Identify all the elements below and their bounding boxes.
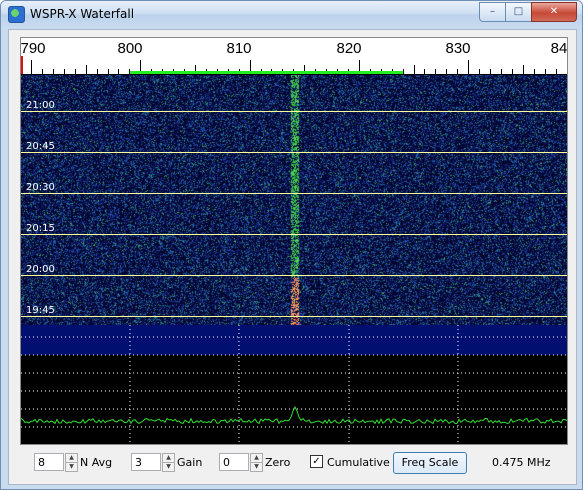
scale-tick [413,65,415,74]
scale-tick [468,60,470,74]
spectrum-band-top [21,325,567,355]
time-line [21,234,567,235]
wspr-band-marker [130,71,403,74]
scale-label-840: 84 [550,40,568,57]
gain-down-arrow-icon[interactable]: ▼ [162,462,175,472]
scale-tick [555,69,557,74]
time-label-2015: 20:15 [26,223,55,234]
time-line [21,275,567,276]
scale-tick [479,69,481,74]
time-line [21,152,567,153]
spectrum-plot [21,325,567,444]
scale-label-830: 830 [445,40,471,57]
gain-input[interactable] [131,453,161,471]
scale-label-800: 800 [117,40,143,57]
scale-tick [435,69,437,74]
scale-tick [31,60,32,74]
control-bar: ▲ ▼ N Avg ▲ ▼ Gain ▲ ▼ Zero ✓ Cumulative… [20,450,566,474]
scale-tick [107,69,109,74]
time-label-2045: 20:45 [26,141,55,152]
scale-tick [500,69,502,74]
time-line [21,193,567,194]
close-button[interactable]: ✕ [531,2,577,22]
scale-tick [85,65,87,74]
navg-down-arrow-icon[interactable]: ▼ [65,462,78,472]
zero-label: Zero [265,456,291,469]
scale-tick [457,69,459,74]
time-label-1945: 19:45 [26,305,55,316]
zero-input[interactable] [219,453,249,471]
globe-icon [8,6,25,23]
scale-tick [96,69,98,74]
scale-tick [63,69,65,74]
title-bar[interactable]: WSPR-X Waterfall – □ ✕ [1,1,582,27]
time-label-2030: 20:30 [26,182,55,193]
scale-tick [74,69,76,74]
scale-tick [511,69,513,74]
time-line [21,111,567,112]
gain-label: Gain [177,456,203,469]
spectrum-display [21,325,567,444]
frequency-readout: 0.475 MHz [492,456,551,469]
scale-tick [424,69,426,74]
time-line [21,316,567,317]
scale-tick [522,65,524,74]
frequency-scale[interactable]: 790 800 810 820 830 84 [21,38,567,74]
cumulative-checkbox[interactable]: ✓ [310,455,323,468]
spectrum-background [21,355,567,444]
scale-tick [118,69,120,74]
display-panel: 790 800 810 820 830 84 21:00 20:45 20:30… [20,37,568,445]
time-label-2100: 21:00 [26,100,55,111]
scale-label-810: 810 [226,40,252,57]
navg-input[interactable] [34,453,64,471]
maximize-button[interactable]: □ [505,2,532,22]
zero-down-arrow-icon[interactable]: ▼ [250,462,263,472]
scale-tick [544,69,546,74]
time-label-2000: 20:00 [26,264,55,275]
scale-tick [490,69,492,74]
waterfall-canvas [21,75,567,325]
scale-tick [52,69,54,74]
waterfall-window: WSPR-X Waterfall – □ ✕ 790 800 810 820 8… [0,0,583,490]
window-title: WSPR-X Waterfall [30,7,135,21]
scale-label-820: 820 [336,40,362,57]
waterfall-display[interactable]: 21:00 20:45 20:30 20:15 20:00 19:45 [21,75,567,325]
dial-marker [21,56,23,74]
navg-label: N Avg [80,456,113,469]
freq-scale-button[interactable]: Freq Scale [393,452,467,474]
scale-label-790: 790 [20,40,46,57]
minimize-button[interactable]: – [479,2,506,22]
scale-tick [533,69,535,74]
scale-tick [446,69,448,74]
client-area: 790 800 810 820 830 84 21:00 20:45 20:30… [8,29,577,485]
cumulative-label[interactable]: Cumulative [327,456,390,469]
scale-tick [41,69,43,74]
